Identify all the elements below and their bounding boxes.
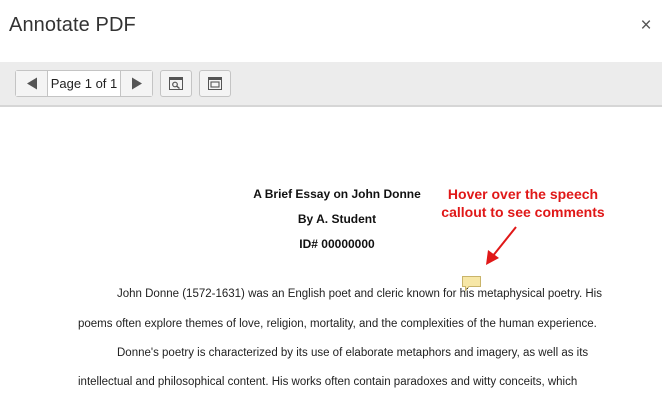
paragraph-line: poems often explore themes of love, reli… <box>78 318 597 330</box>
triangle-right-icon <box>131 77 142 90</box>
prev-page-button[interactable] <box>16 71 48 96</box>
essay-id: ID# 00000000 <box>299 237 375 251</box>
page-indicator: Page 1 of 1 <box>50 76 118 91</box>
page-navigator: Page 1 of 1 <box>15 70 153 97</box>
dialog-header: Annotate PDF × <box>0 0 662 62</box>
arrow-icon <box>486 226 517 265</box>
hint-line-1: Hover over the speech <box>447 186 599 202</box>
find-button[interactable] <box>160 70 192 97</box>
fullscreen-icon <box>208 77 222 90</box>
dialog-title: Annotate PDF <box>9 14 136 36</box>
hint-line-2: callout to see comments <box>441 204 605 220</box>
pdf-page: A Brief Essay on John Donne By A. Studen… <box>0 107 662 394</box>
triangle-left-icon <box>26 77 37 90</box>
close-icon[interactable]: × <box>637 16 655 36</box>
essay-title: A Brief Essay on John Donne <box>253 187 421 201</box>
toolbar: Page 1 of 1 <box>0 62 662 107</box>
fullscreen-button[interactable] <box>199 70 231 97</box>
paragraph-line: John Donne (1572-1631) was an English po… <box>117 288 602 300</box>
find-icon <box>169 77 183 90</box>
next-page-button[interactable] <box>120 71 152 96</box>
essay-author: By A. Student <box>297 212 377 226</box>
hover-hint: Hover over the speech callout to see com… <box>433 185 613 221</box>
paragraph-line: Donne's poetry is characterized by its u… <box>117 347 589 359</box>
paragraph-line: intellectual and philosophical content. … <box>78 376 578 388</box>
